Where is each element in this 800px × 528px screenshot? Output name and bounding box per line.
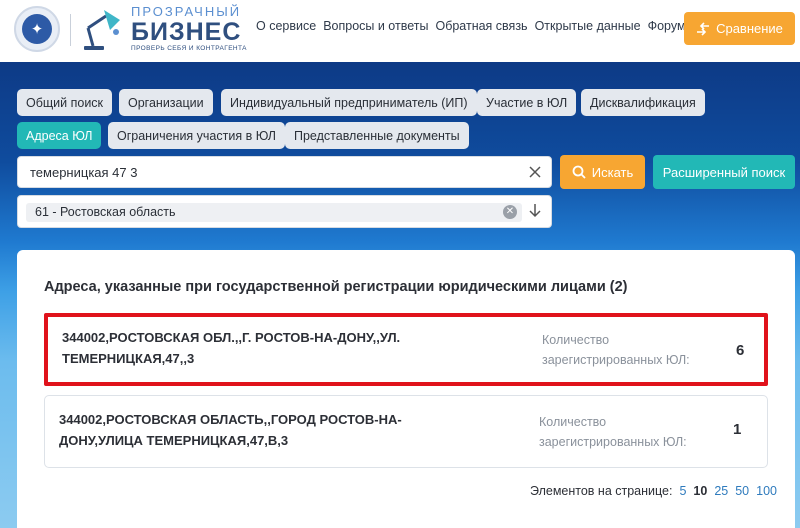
region-selected-value: 61 - Ростовская область	[35, 205, 176, 219]
search-icon	[572, 165, 586, 179]
result-count: 6	[736, 342, 745, 359]
logo-big-text: БИЗНЕС	[131, 18, 242, 46]
fns-emblem-icon[interactable]: ✦	[14, 6, 60, 52]
result-count-label: Количество зарегистрированных ЮЛ:	[539, 415, 687, 449]
page-size-10[interactable]: 10	[693, 484, 707, 498]
page-size-100[interactable]: 100	[756, 484, 777, 498]
nav-open-data[interactable]: Открытые данные	[535, 19, 641, 33]
logo-tagline: ПРОВЕРЬ СЕБЯ И КОНТРАГЕНТА	[131, 45, 247, 52]
compare-button[interactable]: Сравнение	[684, 12, 795, 45]
arrow-down-icon[interactable]	[528, 203, 542, 219]
results-title: Адреса, указанные при государственной ре…	[44, 279, 628, 295]
compare-label: Сравнение	[716, 21, 783, 36]
results-panel: Адреса, указанные при государственной ре…	[17, 250, 795, 528]
region-remove-icon[interactable]: ✕	[503, 205, 517, 219]
result-address: 344002,РОСТОВСКАЯ ОБЛАСТЬ,,ГОРОД РОСТОВ-…	[59, 412, 402, 448]
search-field	[17, 156, 552, 188]
main-nav: О сервисе Вопросы и ответы Обратная связ…	[256, 19, 686, 33]
tab-disqualification[interactable]: Дисквалификация	[581, 89, 705, 116]
nav-feedback[interactable]: Обратная связь	[435, 19, 527, 33]
page-size-label: Элементов на странице:	[530, 484, 673, 498]
lamp-logo-icon[interactable]	[80, 8, 126, 52]
search-input[interactable]	[18, 157, 508, 187]
nav-faq[interactable]: Вопросы и ответы	[323, 19, 428, 33]
tab-participation-restrictions[interactable]: Ограничения участия в ЮЛ	[108, 122, 285, 149]
compare-arrows-icon	[697, 21, 710, 36]
tab-individual-entrepreneur[interactable]: Индивидуальный предприниматель (ИП)	[221, 89, 477, 116]
page-size-selector: Элементов на странице: 5 10 25 50 100	[530, 484, 777, 498]
header-divider	[70, 14, 71, 46]
nav-forum[interactable]: Форум	[648, 19, 686, 33]
search-button[interactable]: Искать	[560, 155, 645, 189]
result-count: 1	[733, 421, 742, 438]
page-size-5[interactable]: 5	[679, 484, 686, 498]
result-count-label: Количество зарегистрированных ЮЛ:	[542, 333, 690, 367]
logo-small-text: ПРОЗРАЧНЫЙ	[131, 4, 242, 19]
result-card[interactable]: 344002,РОСТОВСКАЯ ОБЛ.,,Г. РОСТОВ-НА-ДОН…	[44, 313, 768, 386]
result-card[interactable]: 344002,РОСТОВСКАЯ ОБЛАСТЬ,,ГОРОД РОСТОВ-…	[44, 395, 768, 468]
search-button-label: Искать	[591, 164, 634, 180]
advanced-search-button[interactable]: Расширенный поиск	[653, 155, 795, 189]
tab-legal-addresses[interactable]: Адреса ЮЛ	[17, 122, 102, 149]
clear-icon[interactable]	[528, 165, 542, 179]
page-size-50[interactable]: 50	[735, 484, 749, 498]
tab-organizations[interactable]: Организации	[119, 89, 213, 116]
result-address: 344002,РОСТОВСКАЯ ОБЛ.,,Г. РОСТОВ-НА-ДОН…	[62, 330, 401, 366]
region-selected-chip: 61 - Ростовская область ✕	[26, 203, 522, 222]
eagle-icon: ✦	[22, 14, 52, 44]
logo-text[interactable]: ПРОЗРАЧНЫЙ БИЗНЕС ПРОВЕРЬ СЕБЯ И КОНТРАГ…	[131, 5, 247, 53]
tab-general-search[interactable]: Общий поиск	[17, 89, 113, 116]
site-header: ✦ ПРОЗРАЧНЫЙ БИЗНЕС ПРОВЕРЬ СЕБЯ И КОНТР…	[0, 0, 800, 62]
tab-submitted-documents[interactable]: Представленные документы	[285, 122, 469, 149]
tab-participation[interactable]: Участие в ЮЛ	[477, 89, 577, 116]
region-select[interactable]: 61 - Ростовская область ✕	[17, 195, 552, 228]
nav-about[interactable]: О сервисе	[256, 19, 316, 33]
page-size-25[interactable]: 25	[714, 484, 728, 498]
